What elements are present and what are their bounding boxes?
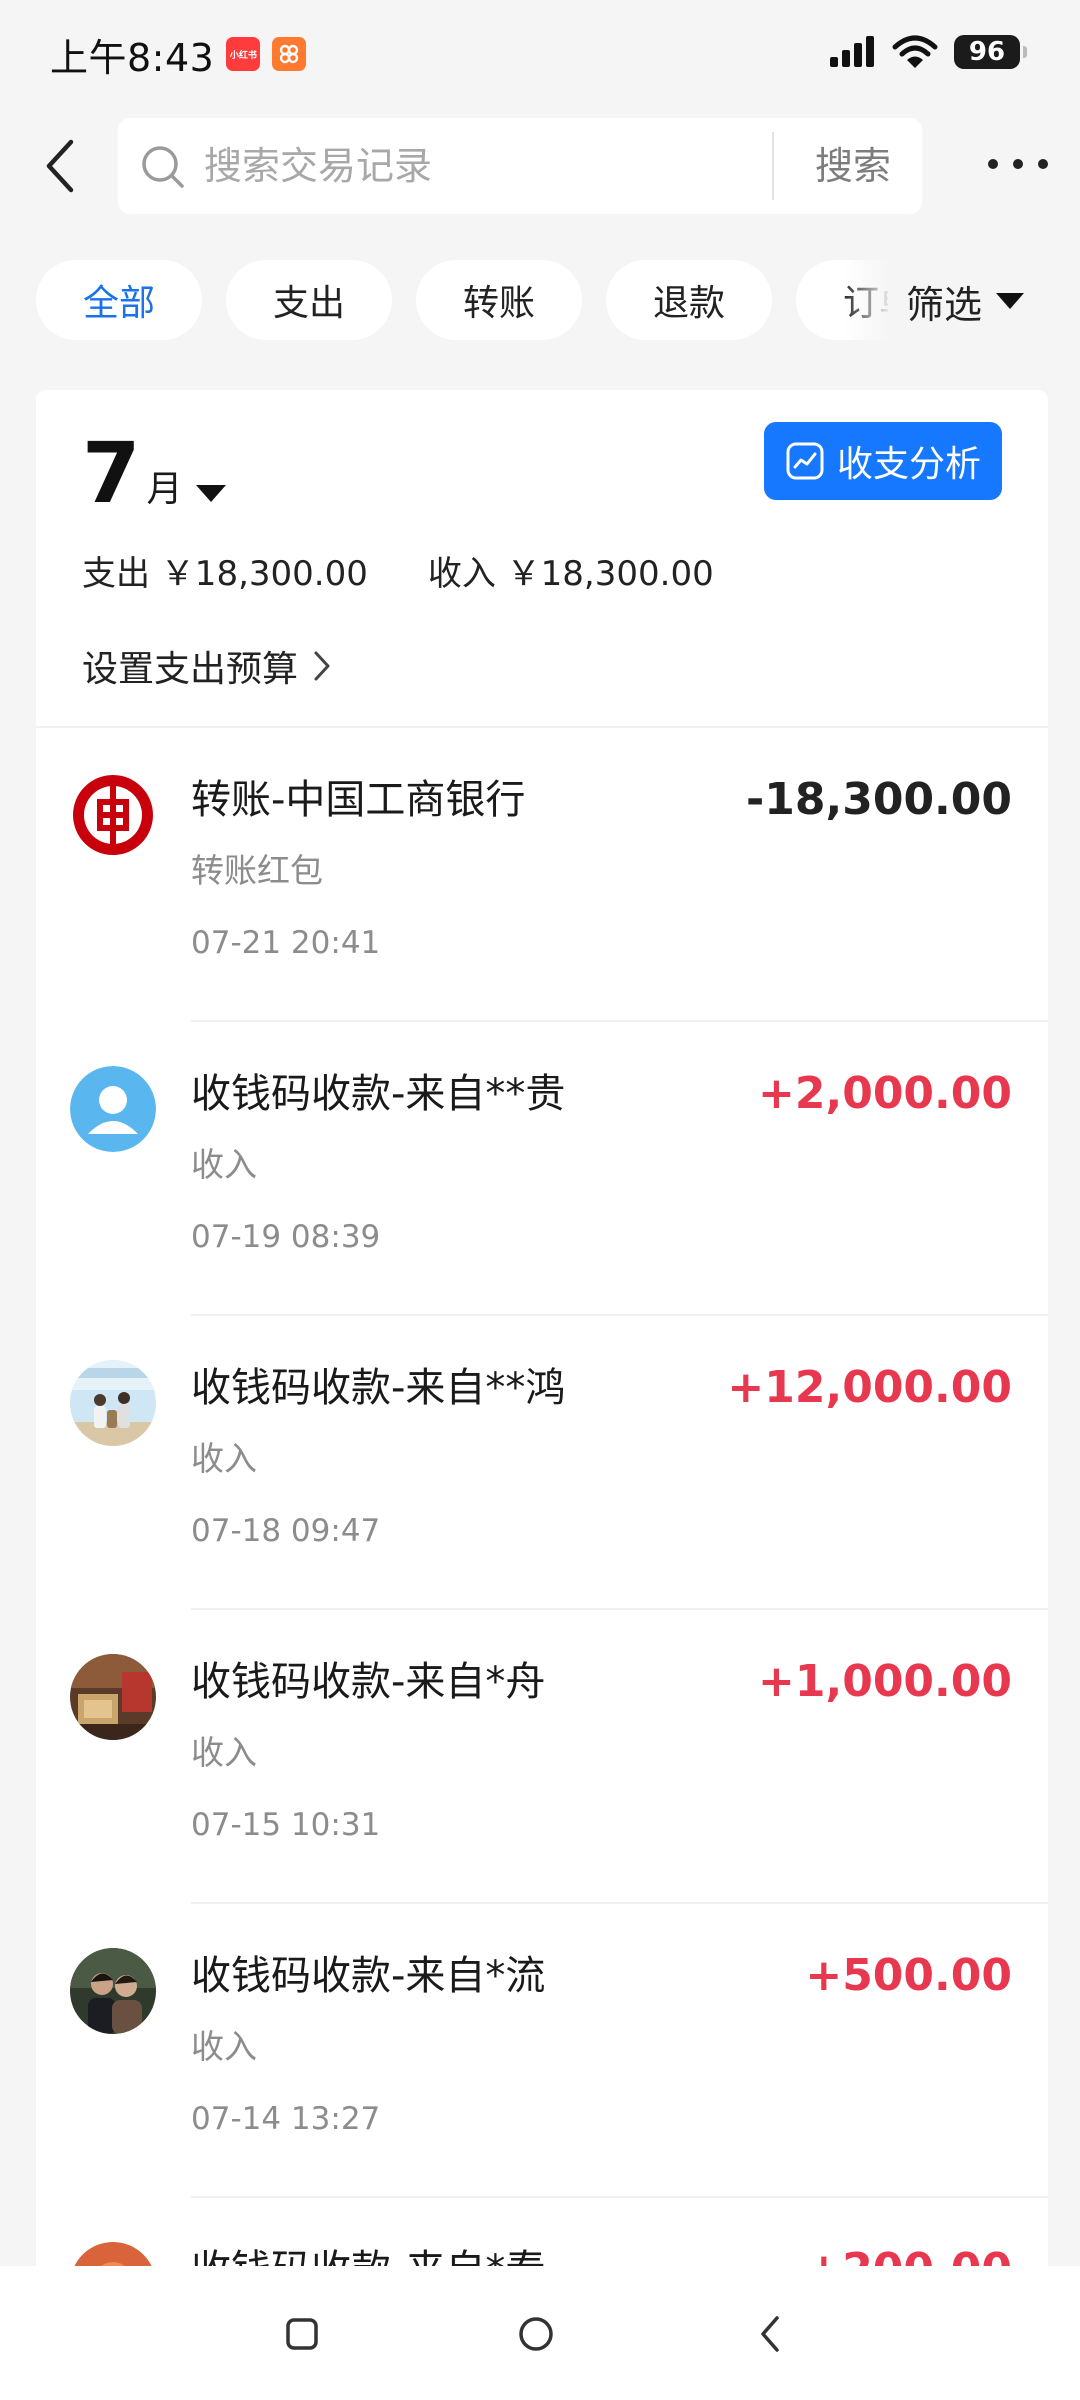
transaction-row[interactable]: 收钱码收款-来自*舟 收入 07-15 10:31 +1,000.00: [36, 1610, 1048, 1904]
transaction-row[interactable]: 收钱码收款-来自*流 收入 07-14 13:27 +500.00: [36, 1904, 1048, 2198]
xiaohongshu-app-icon: 小红书: [226, 37, 261, 71]
transaction-card: 7 月 收支分析 支出 ￥18,300.00 收入 ￥18,300.00 设置支…: [36, 390, 1048, 2400]
more-options-button[interactable]: [978, 144, 1058, 184]
filter-row: 全部 支出 转账 退款 订单 筛选: [0, 260, 1080, 342]
status-indicators: 96: [828, 34, 1027, 70]
transaction-subtitle: 收入: [191, 1145, 257, 1184]
search-icon: [142, 146, 184, 188]
more-dot-icon: [1038, 159, 1048, 169]
transaction-time: 07-19 08:39: [191, 1219, 381, 1255]
caret-down-icon: [996, 293, 1025, 309]
square-icon: [286, 2318, 318, 2350]
status-time: 上午8:43: [50, 35, 215, 80]
default-user-icon: [70, 1066, 156, 1152]
home-button[interactable]: [504, 2302, 568, 2366]
transaction-row[interactable]: 收钱码收款-来自**鸿 收入 07-18 09:47 +12,000.00: [36, 1316, 1048, 1610]
signal-icon: [830, 36, 874, 67]
month-selector[interactable]: 7 月: [82, 418, 227, 522]
tab-transfer[interactable]: 转账: [416, 260, 582, 340]
wifi-icon: [892, 35, 938, 68]
transaction-row[interactable]: 收钱码收款-来自**贵 收入 07-19 08:39 +2,000.00: [36, 1022, 1048, 1316]
budget-label: 设置支出预算: [82, 649, 299, 690]
search-input[interactable]: [204, 134, 724, 198]
transaction-title: 收钱码收款-来自**贵: [191, 1071, 566, 1117]
month-unit: 月: [146, 469, 183, 510]
status-bar: 上午8:43 小红书 96: [0, 0, 1080, 108]
analysis-button[interactable]: 收支分析: [764, 422, 1002, 500]
transaction-time: 07-14 13:27: [191, 2101, 381, 2137]
transaction-subtitle: 收入: [191, 1733, 257, 1772]
battery-icon: 96: [954, 35, 1027, 69]
transaction-list: 转账-中国工商银行 转账红包 07-21 20:41 -18,300.00 收钱…: [36, 728, 1048, 2400]
transaction-amount: +12,000.00: [727, 1362, 1012, 1413]
more-dot-icon: [988, 159, 998, 169]
more-dot-icon: [1013, 159, 1023, 169]
tab-all[interactable]: 全部: [36, 260, 202, 340]
transaction-subtitle: 收入: [191, 2027, 257, 2066]
transaction-time: 07-15 10:31: [191, 1807, 381, 1843]
caret-down-icon: [196, 485, 227, 502]
month-summary: 支出 ￥18,300.00 收入 ￥18,300.00: [82, 546, 714, 595]
triangle-back-icon: [761, 2316, 779, 2352]
recent-apps-button[interactable]: [270, 2302, 334, 2366]
user-photo-avatar: [70, 1360, 156, 1446]
search-divider: [772, 132, 774, 200]
trend-chart-icon: [786, 442, 824, 480]
income-total: 收入 ￥18,300.00: [427, 554, 714, 594]
icbc-logo-icon: [70, 772, 156, 858]
transaction-row[interactable]: 转账-中国工商银行 转账红包 07-21 20:41 -18,300.00: [36, 728, 1048, 1022]
filter-tabs[interactable]: 全部 支出 转账 退款 订单: [36, 260, 888, 342]
transaction-time: 07-21 20:41: [191, 925, 381, 961]
notification-app-icon: [272, 37, 307, 71]
transaction-title: 收钱码收款-来自**鸿: [191, 1365, 566, 1411]
chevron-right-icon: [314, 651, 330, 681]
tab-refund[interactable]: 退款: [606, 260, 772, 340]
expense-total: 支出 ￥18,300.00: [82, 554, 368, 594]
search-box[interactable]: 搜索: [118, 118, 922, 214]
budget-link[interactable]: 设置支出预算: [82, 640, 332, 692]
filter-label: 筛选: [906, 282, 983, 327]
transaction-amount: +2,000.00: [758, 1068, 1012, 1119]
back-button[interactable]: [30, 128, 90, 204]
search-header: 搜索: [0, 108, 1080, 228]
transaction-amount: +500.00: [805, 1950, 1012, 2001]
transaction-title: 收钱码收款-来自*舟: [191, 1659, 546, 1705]
transaction-title: 收钱码收款-来自*流: [191, 1953, 546, 1999]
screen: 上午8:43 小红书 96 搜索交易记录 搜索 全部 支出 转账 退款 筛选 7…: [0, 0, 1080, 2400]
transaction-amount: -18,300.00: [746, 774, 1012, 825]
search-button[interactable]: 搜索: [798, 136, 908, 196]
transaction-subtitle: 收入: [191, 1439, 257, 1478]
back-arrow-icon: [46, 139, 74, 193]
user-photo-avatar: [70, 1948, 156, 2034]
filter-button[interactable]: 筛选: [906, 260, 1025, 342]
transaction-subtitle: 转账红包: [191, 851, 323, 890]
tab-expense[interactable]: 支出: [226, 260, 392, 340]
user-photo-avatar: [70, 1654, 156, 1740]
transaction-title: 转账-中国工商银行: [191, 777, 526, 823]
month-number: 7: [82, 424, 141, 522]
back-nav-button[interactable]: [738, 2302, 802, 2366]
transaction-amount: +1,000.00: [758, 1656, 1012, 1707]
analysis-label: 收支分析: [836, 444, 981, 485]
circle-icon: [519, 2317, 553, 2351]
system-navigation-bar: [0, 2266, 1080, 2400]
tabs-fade: [842, 260, 892, 342]
transaction-time: 07-18 09:47: [191, 1513, 381, 1549]
